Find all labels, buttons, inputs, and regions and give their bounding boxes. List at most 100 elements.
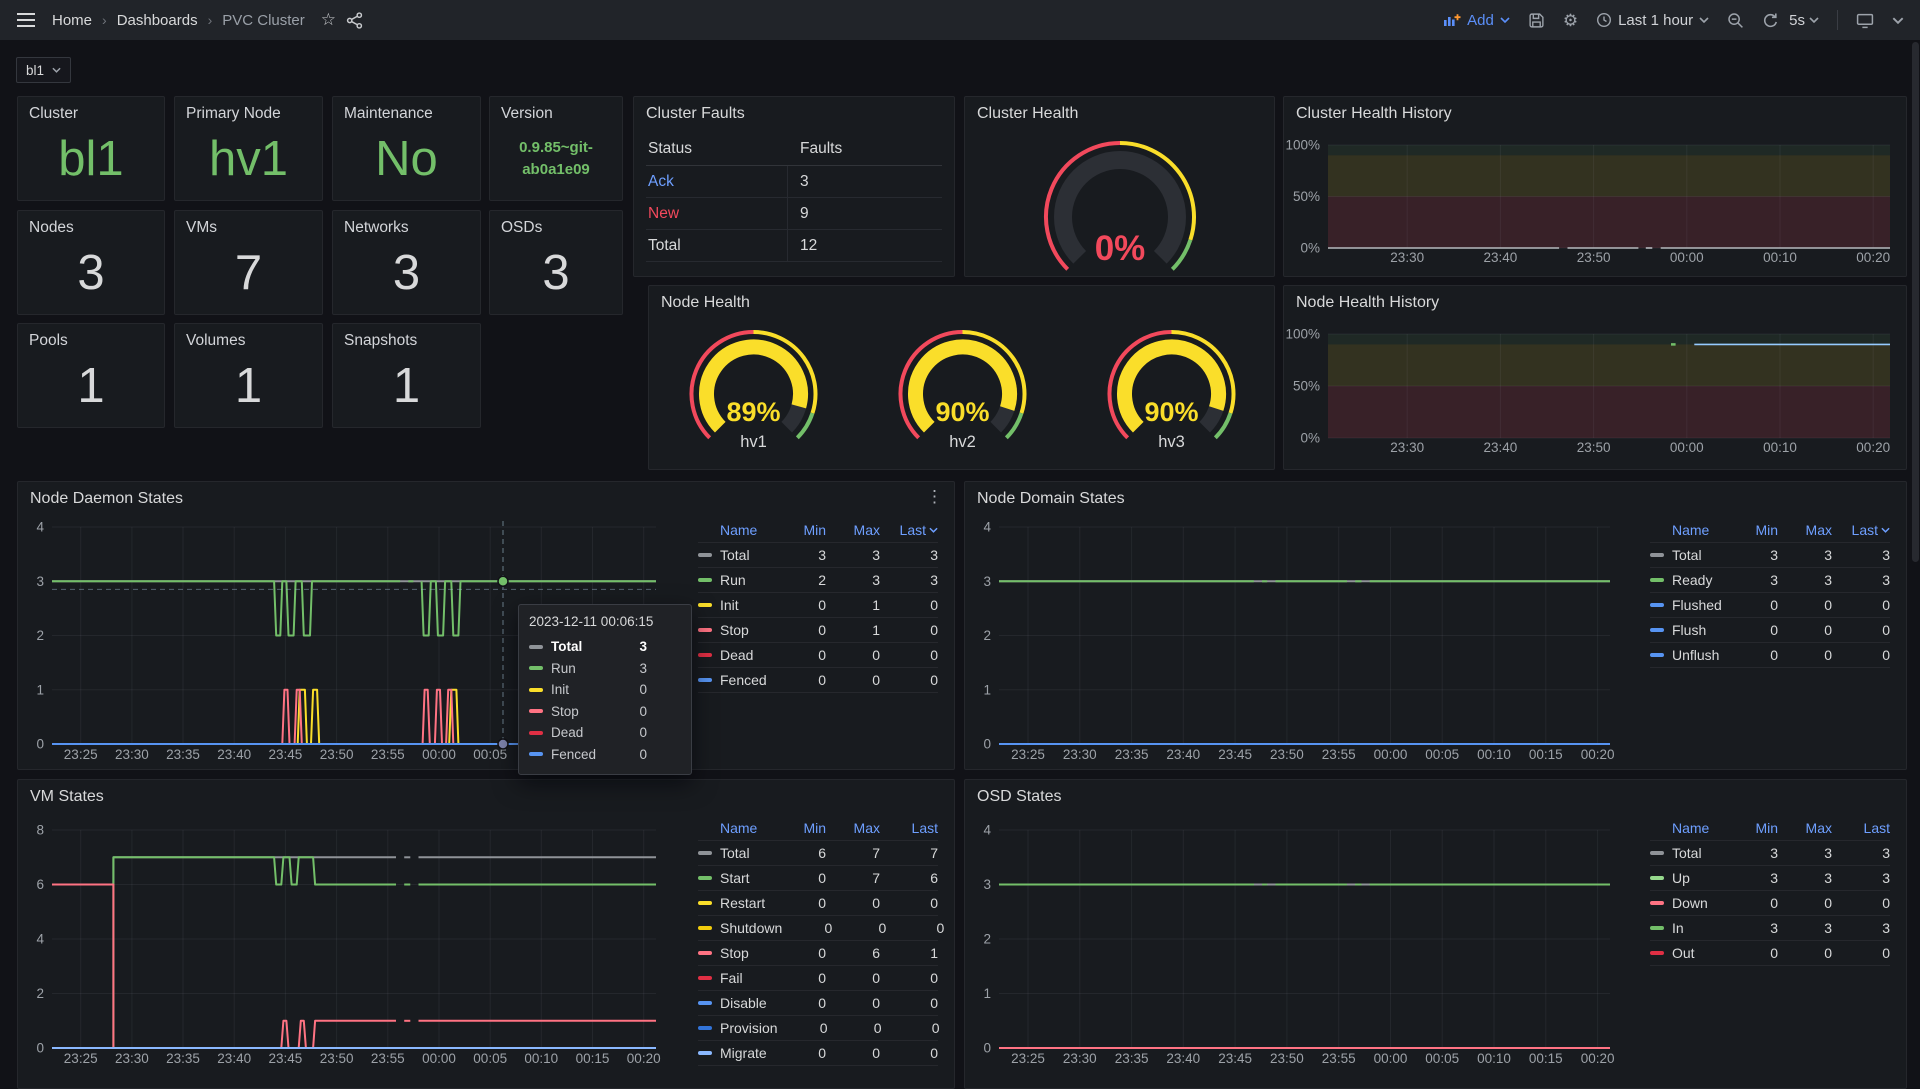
panel-title[interactable]: OSD States bbox=[977, 788, 1061, 806]
legend-series-restart[interactable]: Restart bbox=[698, 895, 776, 911]
legend-header-name[interactable]: Name bbox=[698, 820, 776, 836]
legend-series-run[interactable]: Run bbox=[698, 572, 776, 588]
legend-series-in[interactable]: In bbox=[1650, 920, 1728, 936]
legend-series-unflush[interactable]: Unflush bbox=[1650, 647, 1728, 663]
legend-header-min[interactable]: Min bbox=[1728, 820, 1778, 836]
breadcrumb-home[interactable]: Home bbox=[52, 12, 92, 29]
panel-title[interactable]: Primary Node bbox=[186, 105, 281, 123]
panel-title[interactable]: Node Health History bbox=[1296, 294, 1439, 312]
save-dashboard-button[interactable] bbox=[1528, 12, 1545, 29]
panel-title[interactable]: Node Domain States bbox=[977, 490, 1125, 508]
fault-status-new[interactable]: New bbox=[646, 198, 788, 229]
legend-row: Total333 bbox=[1650, 841, 1890, 866]
legend-header-last[interactable]: Last bbox=[1832, 522, 1890, 538]
tv-mode-button[interactable] bbox=[1856, 12, 1874, 29]
x-tick-label: 23:50 bbox=[1270, 1051, 1304, 1066]
legend-header-min[interactable]: Min bbox=[776, 522, 826, 538]
legend-header-max[interactable]: Max bbox=[826, 820, 880, 836]
legend-header-last[interactable]: Last bbox=[1832, 820, 1890, 836]
stat-value: 3 bbox=[18, 237, 164, 308]
tooltip-row: Run3 bbox=[529, 658, 681, 680]
legend-series-total[interactable]: Total bbox=[698, 547, 776, 563]
time-range-picker[interactable]: Last 1 hour bbox=[1596, 12, 1709, 29]
legend-header-max[interactable]: Max bbox=[1778, 820, 1832, 836]
legend-series-total[interactable]: Total bbox=[1650, 547, 1728, 563]
legend-series-flushed[interactable]: Flushed bbox=[1650, 597, 1728, 613]
legend-header-last[interactable]: Last bbox=[880, 522, 938, 538]
legend-max-value: 1 bbox=[826, 622, 880, 638]
panel-title[interactable]: Volumes bbox=[186, 332, 245, 350]
nav-more-button[interactable] bbox=[1892, 17, 1904, 24]
legend-header-min[interactable]: Min bbox=[776, 820, 826, 836]
panel-title[interactable]: VMs bbox=[186, 219, 217, 237]
panel-title[interactable]: Nodes bbox=[29, 219, 74, 237]
legend-series-start[interactable]: Start bbox=[698, 870, 776, 886]
x-tick-label: 23:50 bbox=[1577, 440, 1611, 455]
legend-series-stop[interactable]: Stop bbox=[698, 622, 776, 638]
legend-min-value: 0 bbox=[776, 870, 826, 886]
x-tick-label: 00:10 bbox=[1477, 1051, 1511, 1066]
panel-title[interactable]: Node Health bbox=[661, 294, 750, 312]
hamburger-menu-icon[interactable] bbox=[16, 12, 36, 28]
series-start-line bbox=[52, 857, 396, 1048]
legend-series-dead[interactable]: Dead bbox=[698, 647, 776, 663]
fault-status-ack[interactable]: Ack bbox=[646, 166, 788, 197]
fault-count: 9 bbox=[788, 205, 942, 223]
legend-header-name[interactable]: Name bbox=[698, 522, 776, 538]
panel-title[interactable]: Snapshots bbox=[344, 332, 417, 350]
legend-series-ready[interactable]: Ready bbox=[1650, 572, 1728, 588]
legend-series-migrate[interactable]: Migrate bbox=[698, 1045, 776, 1061]
node-health-panel: Node Health 89%hv190%hv290%hv3 bbox=[648, 285, 1275, 470]
share-icon[interactable] bbox=[346, 12, 363, 29]
x-tick-label: 23:30 bbox=[1063, 1051, 1097, 1066]
legend-row: In333 bbox=[1650, 916, 1890, 941]
legend-header-name[interactable]: Name bbox=[1650, 820, 1728, 836]
panel-title[interactable]: Cluster Faults bbox=[646, 105, 745, 123]
legend-series-disable[interactable]: Disable bbox=[698, 995, 776, 1011]
panel-title[interactable]: Cluster Health bbox=[977, 105, 1078, 123]
legend-series-total[interactable]: Total bbox=[1650, 845, 1728, 861]
panel-title[interactable]: Cluster bbox=[29, 105, 78, 123]
legend-series-shutdown[interactable]: Shutdown bbox=[698, 920, 782, 936]
legend-header-name[interactable]: Name bbox=[1650, 522, 1728, 538]
legend-header-min[interactable]: Min bbox=[1728, 522, 1778, 538]
vertical-scrollbar-thumb[interactable] bbox=[1912, 42, 1919, 562]
legend-header-max[interactable]: Max bbox=[1778, 522, 1832, 538]
breadcrumb-dashboards[interactable]: Dashboards bbox=[117, 12, 198, 29]
faults-col-faults[interactable]: Faults bbox=[788, 140, 942, 158]
legend-series-fail[interactable]: Fail bbox=[698, 970, 776, 986]
legend-series-total[interactable]: Total bbox=[698, 845, 776, 861]
dashboard-variable-dropdown[interactable]: bl1 bbox=[16, 57, 71, 83]
legend-header-last[interactable]: Last bbox=[880, 820, 938, 836]
panel-title[interactable]: Cluster Health History bbox=[1296, 105, 1452, 123]
panel-title[interactable]: Version bbox=[501, 105, 553, 123]
panel-title[interactable]: Maintenance bbox=[344, 105, 433, 123]
legend-header-max[interactable]: Max bbox=[826, 522, 880, 538]
dashboard-settings-button[interactable]: ⚙ bbox=[1563, 12, 1578, 29]
panel-title[interactable]: Node Daemon States bbox=[30, 490, 183, 508]
panel-title[interactable]: Networks bbox=[344, 219, 409, 237]
add-panel-button[interactable]: Add bbox=[1443, 12, 1510, 29]
legend-series-init[interactable]: Init bbox=[698, 597, 776, 613]
panel-title[interactable]: OSDs bbox=[501, 219, 542, 237]
legend-min-value: 0 bbox=[1728, 622, 1778, 638]
legend-min-value: 0 bbox=[776, 672, 826, 688]
refresh-interval-picker[interactable]: 5s bbox=[1789, 12, 1819, 29]
timeseries-chart[interactable]: 23:3023:4023:5000:0000:1000:200%50%100% bbox=[1284, 286, 1906, 469]
refresh-button[interactable] bbox=[1762, 12, 1779, 29]
panel-title[interactable]: Pools bbox=[29, 332, 68, 350]
legend-series-up[interactable]: Up bbox=[1650, 870, 1728, 886]
zoom-out-time-button[interactable] bbox=[1727, 12, 1744, 29]
panel-menu-kebab-icon[interactable]: ⋮ bbox=[926, 487, 944, 507]
faults-col-status[interactable]: Status bbox=[646, 140, 788, 158]
timeseries-chart[interactable]: 23:3023:4023:5000:0000:1000:200%50%100% bbox=[1284, 97, 1906, 276]
legend-series-fenced[interactable]: Fenced bbox=[698, 672, 776, 688]
panel-title[interactable]: VM States bbox=[30, 788, 104, 806]
legend-series-down[interactable]: Down bbox=[1650, 895, 1728, 911]
favorite-star-icon[interactable]: ☆ bbox=[321, 10, 336, 30]
legend-series-out[interactable]: Out bbox=[1650, 945, 1728, 961]
legend-series-flush[interactable]: Flush bbox=[1650, 622, 1728, 638]
legend-series-stop[interactable]: Stop bbox=[698, 945, 776, 961]
legend-series-provision[interactable]: Provision bbox=[698, 1020, 778, 1036]
x-tick-label: 23:50 bbox=[320, 747, 354, 762]
